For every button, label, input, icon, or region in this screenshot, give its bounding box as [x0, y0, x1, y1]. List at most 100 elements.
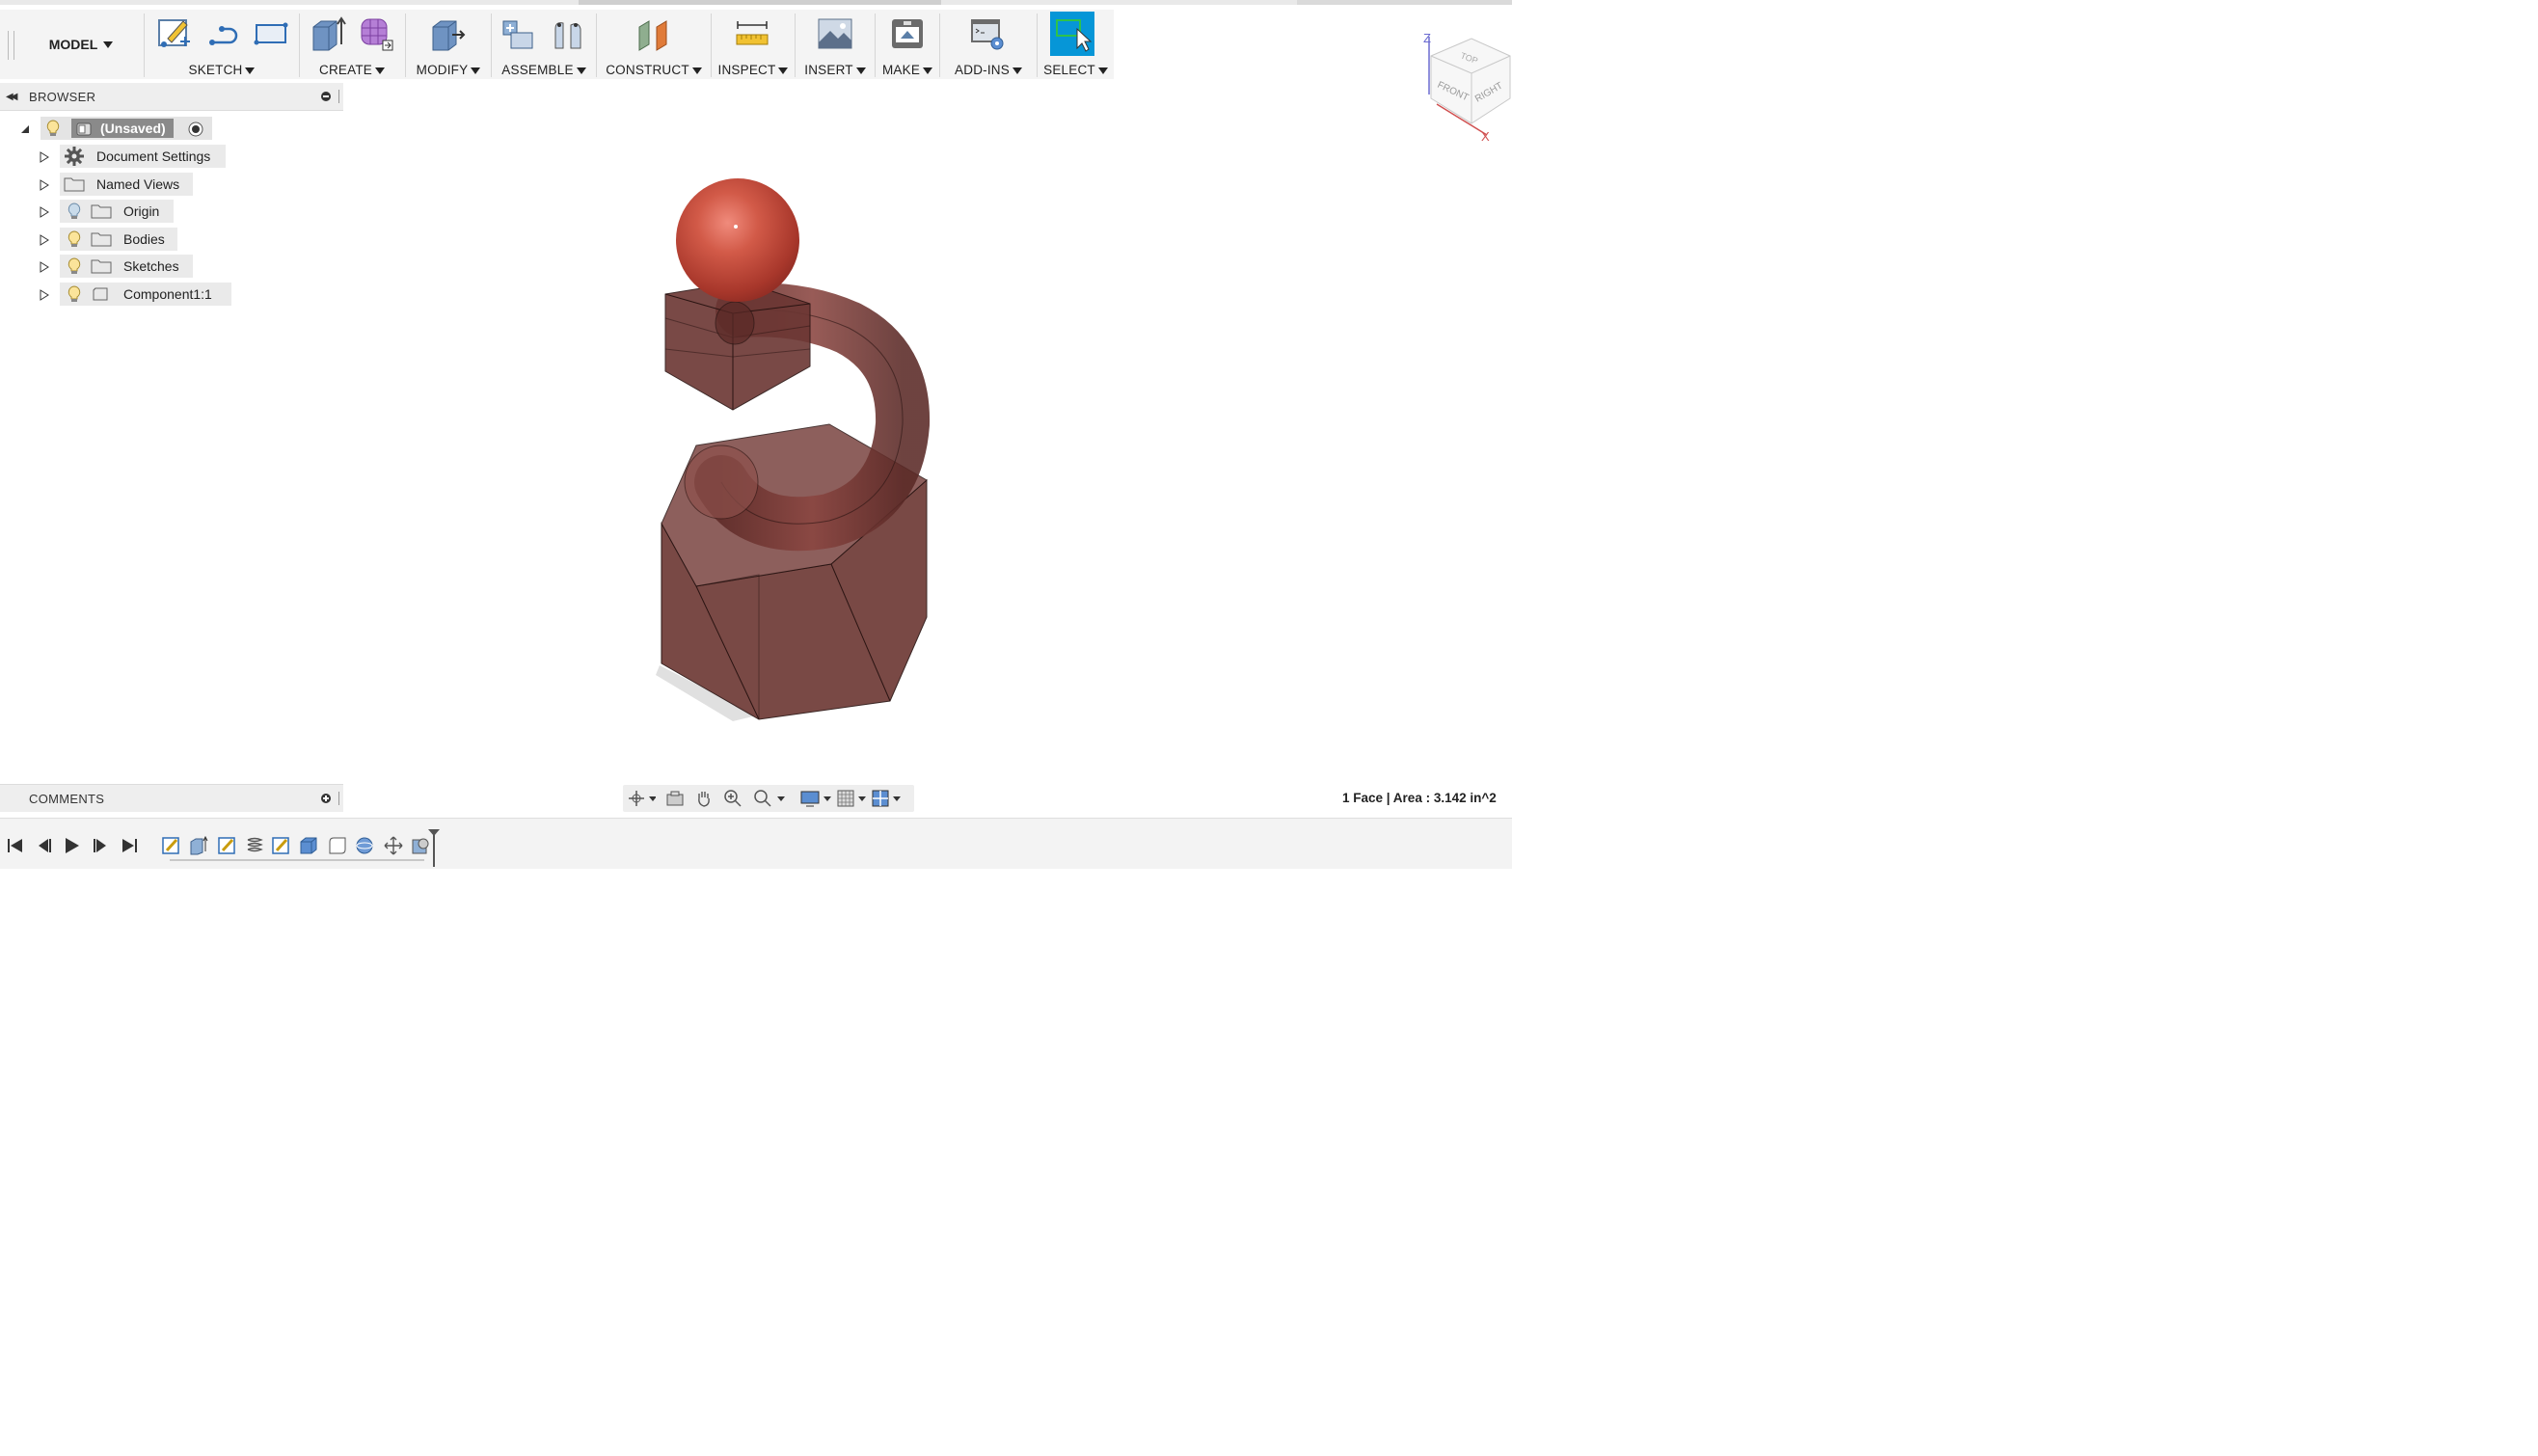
sketch-menu[interactable]: SKETCH	[145, 63, 299, 77]
grid-settings-icon[interactable]	[837, 789, 870, 808]
tree-item-sketches[interactable]: Sketches	[60, 255, 193, 278]
timeline-sketch-icon[interactable]	[218, 836, 237, 855]
tree-item-component[interactable]: Component1:1	[60, 283, 231, 306]
orbit-icon[interactable]	[629, 789, 656, 808]
play-icon[interactable]	[62, 836, 81, 855]
lightbulb-icon[interactable]	[68, 257, 81, 275]
panel-resize-handle[interactable]	[338, 792, 341, 805]
3d-viewport[interactable]	[343, 79, 1512, 783]
timeline-extrude-icon[interactable]	[189, 836, 208, 855]
line-tool-button[interactable]	[204, 15, 241, 52]
press-pull-button[interactable]	[429, 15, 466, 52]
folder-icon	[91, 259, 112, 274]
timeline-box-icon[interactable]	[299, 836, 318, 855]
viewports-icon[interactable]	[872, 789, 904, 808]
document-name: (Unsaved)	[100, 121, 166, 136]
toolbar-grip[interactable]	[8, 31, 14, 60]
named-views-expand[interactable]	[39, 178, 50, 191]
line-icon	[209, 26, 238, 45]
timeline-sketch-icon[interactable]	[162, 836, 181, 855]
look-at-icon[interactable]	[665, 789, 685, 808]
step-forward-icon[interactable]	[91, 836, 110, 855]
offset-plane-button[interactable]	[635, 15, 672, 52]
timeline-coil-icon[interactable]	[245, 836, 264, 855]
skip-to-start-icon[interactable]	[6, 836, 25, 855]
lightbulb-off-icon[interactable]	[68, 202, 81, 220]
rectangle-tool-button[interactable]	[253, 15, 289, 52]
document-settings-expand[interactable]	[39, 150, 50, 163]
tree-item-label: Document Settings	[96, 148, 211, 164]
skip-to-end-icon[interactable]	[120, 836, 139, 855]
make-label: MAKE	[881, 63, 921, 77]
zoom-window-icon[interactable]	[752, 789, 787, 808]
inspect-menu[interactable]: INSPECT	[712, 63, 795, 77]
sketches-expand[interactable]	[39, 260, 50, 273]
create-sketch-button[interactable]	[156, 15, 193, 52]
3d-print-button[interactable]	[889, 15, 926, 52]
timeline-fillet-icon[interactable]	[328, 836, 347, 855]
timeline-sketch-icon[interactable]	[272, 836, 291, 855]
panel-resize-handle[interactable]	[338, 90, 341, 103]
tree-item-label: Sketches	[123, 258, 179, 274]
insert-label: INSERT	[804, 63, 853, 77]
view-cube[interactable]: Z TOP FRONT RIGHT X	[1418, 27, 1512, 147]
component-expand[interactable]	[39, 288, 50, 301]
tree-item-document-settings[interactable]: Document Settings	[60, 145, 226, 168]
form-button[interactable]	[358, 15, 394, 52]
workspace-label: MODEL	[48, 37, 98, 52]
display-settings-icon[interactable]	[800, 789, 833, 808]
sphere-body	[676, 178, 799, 302]
scripts-gear-icon	[971, 19, 1004, 50]
addins-group: ADD-INS	[940, 10, 1037, 79]
model-render[interactable]	[343, 79, 1512, 783]
chevron-down-icon	[923, 67, 933, 74]
tree-item-origin[interactable]: Origin	[60, 200, 174, 223]
origin-expand[interactable]	[39, 205, 50, 218]
tree-item-bodies[interactable]: Bodies	[60, 228, 177, 251]
lightbulb-icon[interactable]	[68, 230, 81, 248]
construct-menu[interactable]: CONSTRUCT	[597, 63, 711, 77]
timeline-sphere-icon[interactable]	[355, 836, 374, 855]
workspace-switcher[interactable]: MODEL	[23, 33, 139, 56]
browser-header: ◀◀ BROWSER	[0, 83, 343, 111]
insert-image-button[interactable]	[817, 15, 853, 52]
construct-group: CONSTRUCT	[597, 10, 711, 79]
browser-collapse-button[interactable]	[321, 92, 331, 101]
tree-item-named-views[interactable]: Named Views	[60, 173, 193, 196]
addins-label: ADD-INS	[955, 63, 1010, 77]
zoom-icon[interactable]	[723, 789, 742, 808]
view-cube-graphic: Z TOP FRONT RIGHT X	[1423, 31, 1511, 144]
sketch-pencil-icon	[158, 19, 190, 47]
collapse-panel-icon[interactable]: ◀◀	[6, 92, 18, 102]
extrude-button[interactable]	[310, 15, 346, 52]
modify-menu[interactable]: MODIFY	[406, 63, 491, 77]
joint-button[interactable]	[550, 15, 586, 52]
make-menu[interactable]: MAKE	[876, 63, 939, 77]
lightbulb-icon[interactable]	[46, 120, 60, 137]
root-expand-toggle[interactable]	[19, 122, 31, 134]
inspect-label: INSPECT	[717, 63, 776, 77]
comments-expand-button[interactable]	[321, 794, 331, 803]
addins-menu[interactable]: ADD-INS	[940, 63, 1037, 77]
timeline-marker-icon[interactable]	[427, 828, 441, 867]
chevron-down-icon	[778, 67, 789, 74]
chevron-down-icon	[245, 67, 256, 74]
folder-icon	[91, 204, 112, 219]
create-menu[interactable]: CREATE	[300, 63, 404, 77]
select-menu[interactable]: SELECT	[1038, 63, 1114, 77]
scripts-addins-button[interactable]	[969, 15, 1006, 52]
insert-menu[interactable]: INSERT	[796, 63, 875, 77]
chevron-down-icon	[471, 67, 481, 74]
pan-hand-icon[interactable]	[694, 789, 714, 808]
lightbulb-icon[interactable]	[68, 285, 81, 303]
timeline-move-icon[interactable]	[384, 836, 403, 855]
new-component-button[interactable]	[500, 15, 536, 52]
construct-label: CONSTRUCT	[606, 63, 689, 77]
step-back-icon[interactable]	[35, 836, 54, 855]
assemble-menu[interactable]: ASSEMBLE	[492, 63, 596, 77]
chevron-down-icon	[103, 40, 114, 48]
activate-radio-icon[interactable]	[187, 121, 204, 138]
measure-button[interactable]	[734, 15, 770, 52]
bodies-expand[interactable]	[39, 233, 50, 246]
select-button[interactable]	[1050, 12, 1094, 56]
